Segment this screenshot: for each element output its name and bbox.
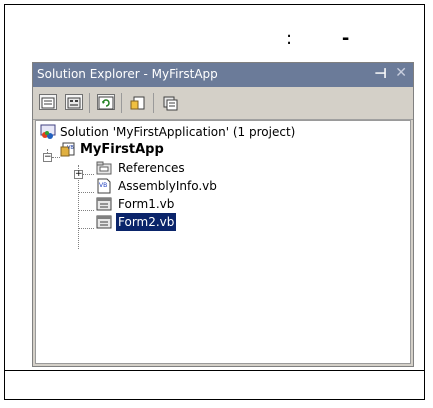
toolbar-separator xyxy=(121,93,122,113)
close-icon[interactable]: ✕ xyxy=(395,65,407,81)
refresh-icon[interactable] xyxy=(97,94,115,110)
panel-title: Solution Explorer - MyFirstApp xyxy=(37,67,218,81)
collapse-toggle-icon[interactable]: − xyxy=(43,153,52,162)
panel-titlebar[interactable]: Solution Explorer - MyFirstApp ⊣ ✕ xyxy=(33,63,413,87)
tree-item-form2[interactable]: Form2.vb xyxy=(96,213,296,231)
tree-label-form2: Form2.vb xyxy=(116,213,177,231)
solution-explorer-panel: Solution Explorer - MyFirstApp ⊣ ✕ Solut… xyxy=(32,62,414,367)
form-file-icon xyxy=(96,196,112,212)
toolbar-separator xyxy=(153,93,154,113)
tree-connector xyxy=(78,228,94,229)
tree-item-assemblyinfo[interactable]: VB AssemblyInfo.vb xyxy=(96,177,296,195)
tree-item-references[interactable]: References xyxy=(96,159,296,177)
show-all-files-icon[interactable] xyxy=(65,94,83,110)
solution-icon xyxy=(40,124,56,140)
tree-item-project[interactable]: VB MyFirstApp xyxy=(60,141,260,159)
caption-dash: - xyxy=(341,28,350,49)
caption-text: : - xyxy=(286,28,349,49)
tree-item-solution[interactable]: Solution 'MyFirstApplication' (1 project… xyxy=(40,123,400,141)
tree-label-project: MyFirstApp xyxy=(80,142,164,157)
expand-toggle-icon[interactable]: + xyxy=(74,170,83,179)
tree-label-form1: Form1.vb xyxy=(118,197,175,211)
svg-text:VB: VB xyxy=(67,145,74,151)
pin-icon[interactable]: ⊣ xyxy=(374,66,387,82)
vb-project-icon: VB xyxy=(60,142,76,158)
divider-line xyxy=(4,370,425,371)
panel-toolbar xyxy=(33,87,413,120)
tree-connector xyxy=(82,174,94,175)
tree-item-form1[interactable]: Form1.vb xyxy=(96,195,296,213)
form-file-icon xyxy=(96,214,112,230)
view-code-icon[interactable] xyxy=(129,94,147,110)
vb-file-icon: VB xyxy=(96,178,112,194)
tree-connector xyxy=(52,157,60,158)
references-folder-icon xyxy=(96,160,112,176)
tree-label-references: References xyxy=(118,161,185,175)
solution-tree: Solution 'MyFirstApplication' (1 project… xyxy=(35,120,411,364)
view-designer-icon[interactable] xyxy=(161,94,179,111)
caption-colon: : xyxy=(286,28,293,49)
tree-label-assemblyinfo: AssemblyInfo.vb xyxy=(118,179,217,193)
tree-label-solution: Solution 'MyFirstApplication' (1 project… xyxy=(60,125,296,139)
svg-text:VB: VB xyxy=(99,182,107,189)
tree-connector xyxy=(78,192,94,193)
tree-connector xyxy=(78,210,94,211)
properties-icon[interactable] xyxy=(39,94,57,110)
toolbar-separator xyxy=(89,93,90,113)
